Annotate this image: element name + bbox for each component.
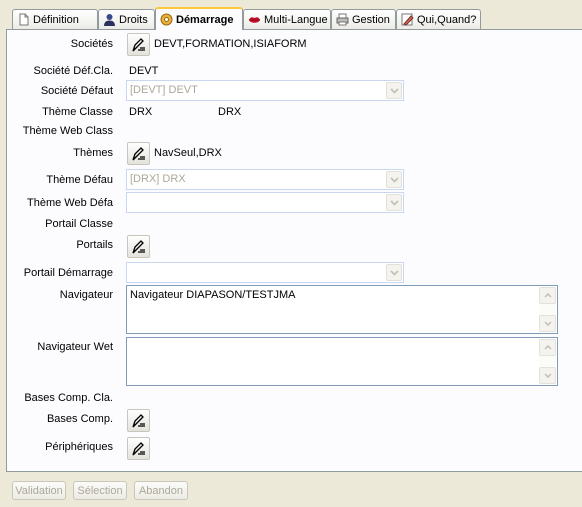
tab-label: Démarrage [176, 13, 234, 26]
chevron-down-icon[interactable] [386, 171, 402, 188]
peripheriques-picker-button[interactable] [127, 437, 150, 460]
tab-label: Gestion [352, 13, 390, 26]
societes-value: DEVT,FORMATION,ISIAFORM [154, 38, 307, 50]
validation-button[interactable]: Validation [12, 481, 66, 500]
peripheriques-label: Périphériques [45, 441, 113, 453]
societe-def-cla-label: Société Déf.Cla. [33, 65, 113, 77]
pencil-list-icon [131, 146, 145, 160]
pencil-list-icon [131, 413, 145, 427]
tab-label: Qui,Quand? [417, 13, 477, 26]
theme-classe-value-2: DRX [218, 106, 242, 118]
pencil-list-icon [131, 239, 145, 253]
navigateur-label: Navigateur [59, 289, 113, 301]
tab-droits[interactable]: Droits [98, 9, 155, 29]
navigateur-web-scrollbar[interactable] [539, 339, 556, 384]
bases-comp-label: Bases Comp. [46, 413, 113, 425]
societes-picker-button[interactable] [127, 33, 150, 56]
theme-classe-label: Thème Classe [42, 106, 113, 118]
societe-defaut-selected: [DEVT] DEVT [130, 84, 198, 96]
bases-comp-cla-label: Bases Comp. Cla. [24, 392, 113, 404]
tab-multi-langue[interactable]: Multi-Langue [243, 9, 331, 29]
page-icon [17, 13, 30, 26]
abandon-button[interactable]: Abandon [134, 481, 188, 500]
societe-defaut-label: Société Défaut [40, 85, 113, 97]
theme-classe-value: DRX [129, 106, 153, 118]
scroll-up-icon[interactable] [539, 339, 556, 356]
theme-defaut-select[interactable]: [DRX] DRX [126, 169, 404, 190]
tab-label: Multi-Langue [264, 13, 328, 26]
tab-demarrage[interactable]: Démarrage [155, 7, 243, 30]
tab-label: Définition [33, 13, 79, 26]
theme-web-defaut-label: Thème Web Défa [26, 197, 113, 209]
pencil-list-icon [131, 441, 145, 455]
tab-qui-quand[interactable]: Qui,Quand? [396, 9, 481, 29]
portails-label: Portails [76, 239, 113, 251]
tab-strip: Définition Droits Démarrage Multi-Langue… [0, 0, 582, 30]
themes-picker-button[interactable] [127, 142, 150, 165]
user-icon [103, 13, 116, 26]
tab-label: Droits [119, 13, 148, 26]
theme-web-defaut-select[interactable] [126, 192, 404, 213]
portail-demarrage-label: Portail Démarrage [23, 267, 113, 279]
lips-icon [248, 13, 261, 26]
chevron-down-icon[interactable] [386, 82, 402, 99]
theme-defaut-selected: [DRX] DRX [130, 173, 186, 185]
gear-icon [160, 13, 173, 26]
theme-defaut-label: Thème Défau [46, 174, 113, 186]
pencil-list-icon [131, 37, 145, 51]
societe-def-cla-value: DEVT [129, 65, 159, 77]
portail-classe-label: Portail Classe [45, 218, 113, 230]
scroll-down-icon[interactable] [539, 367, 556, 384]
edit-icon [401, 13, 414, 26]
portails-picker-button[interactable] [127, 235, 150, 258]
bases-comp-picker-button[interactable] [127, 409, 150, 432]
themes-label: Thèmes [73, 147, 113, 159]
navigateur-textarea[interactable]: Navigateur DIAPASON/TESTJMA [126, 285, 558, 334]
navigateur-scrollbar[interactable] [539, 287, 556, 332]
selection-button[interactable]: Sélection [73, 481, 127, 500]
portail-demarrage-select[interactable] [126, 262, 404, 283]
chevron-down-icon[interactable] [386, 194, 402, 211]
navigateur-web-label: Navigateur Wet [37, 341, 113, 353]
societe-defaut-select[interactable]: [DEVT] DEVT [126, 80, 404, 101]
scroll-down-icon[interactable] [539, 315, 556, 332]
navigateur-value: Navigateur DIAPASON/TESTJMA [130, 289, 296, 301]
theme-web-classe-label: Thème Web Class [22, 125, 113, 137]
navigateur-web-textarea[interactable] [126, 337, 558, 386]
themes-value: NavSeul,DRX [154, 147, 222, 159]
societes-label: Sociétés [70, 38, 113, 50]
tab-gestion[interactable]: Gestion [331, 9, 396, 29]
tab-definition[interactable]: Définition [12, 9, 98, 29]
chevron-down-icon[interactable] [386, 264, 402, 281]
printer-icon [336, 13, 349, 26]
scroll-up-icon[interactable] [539, 287, 556, 304]
